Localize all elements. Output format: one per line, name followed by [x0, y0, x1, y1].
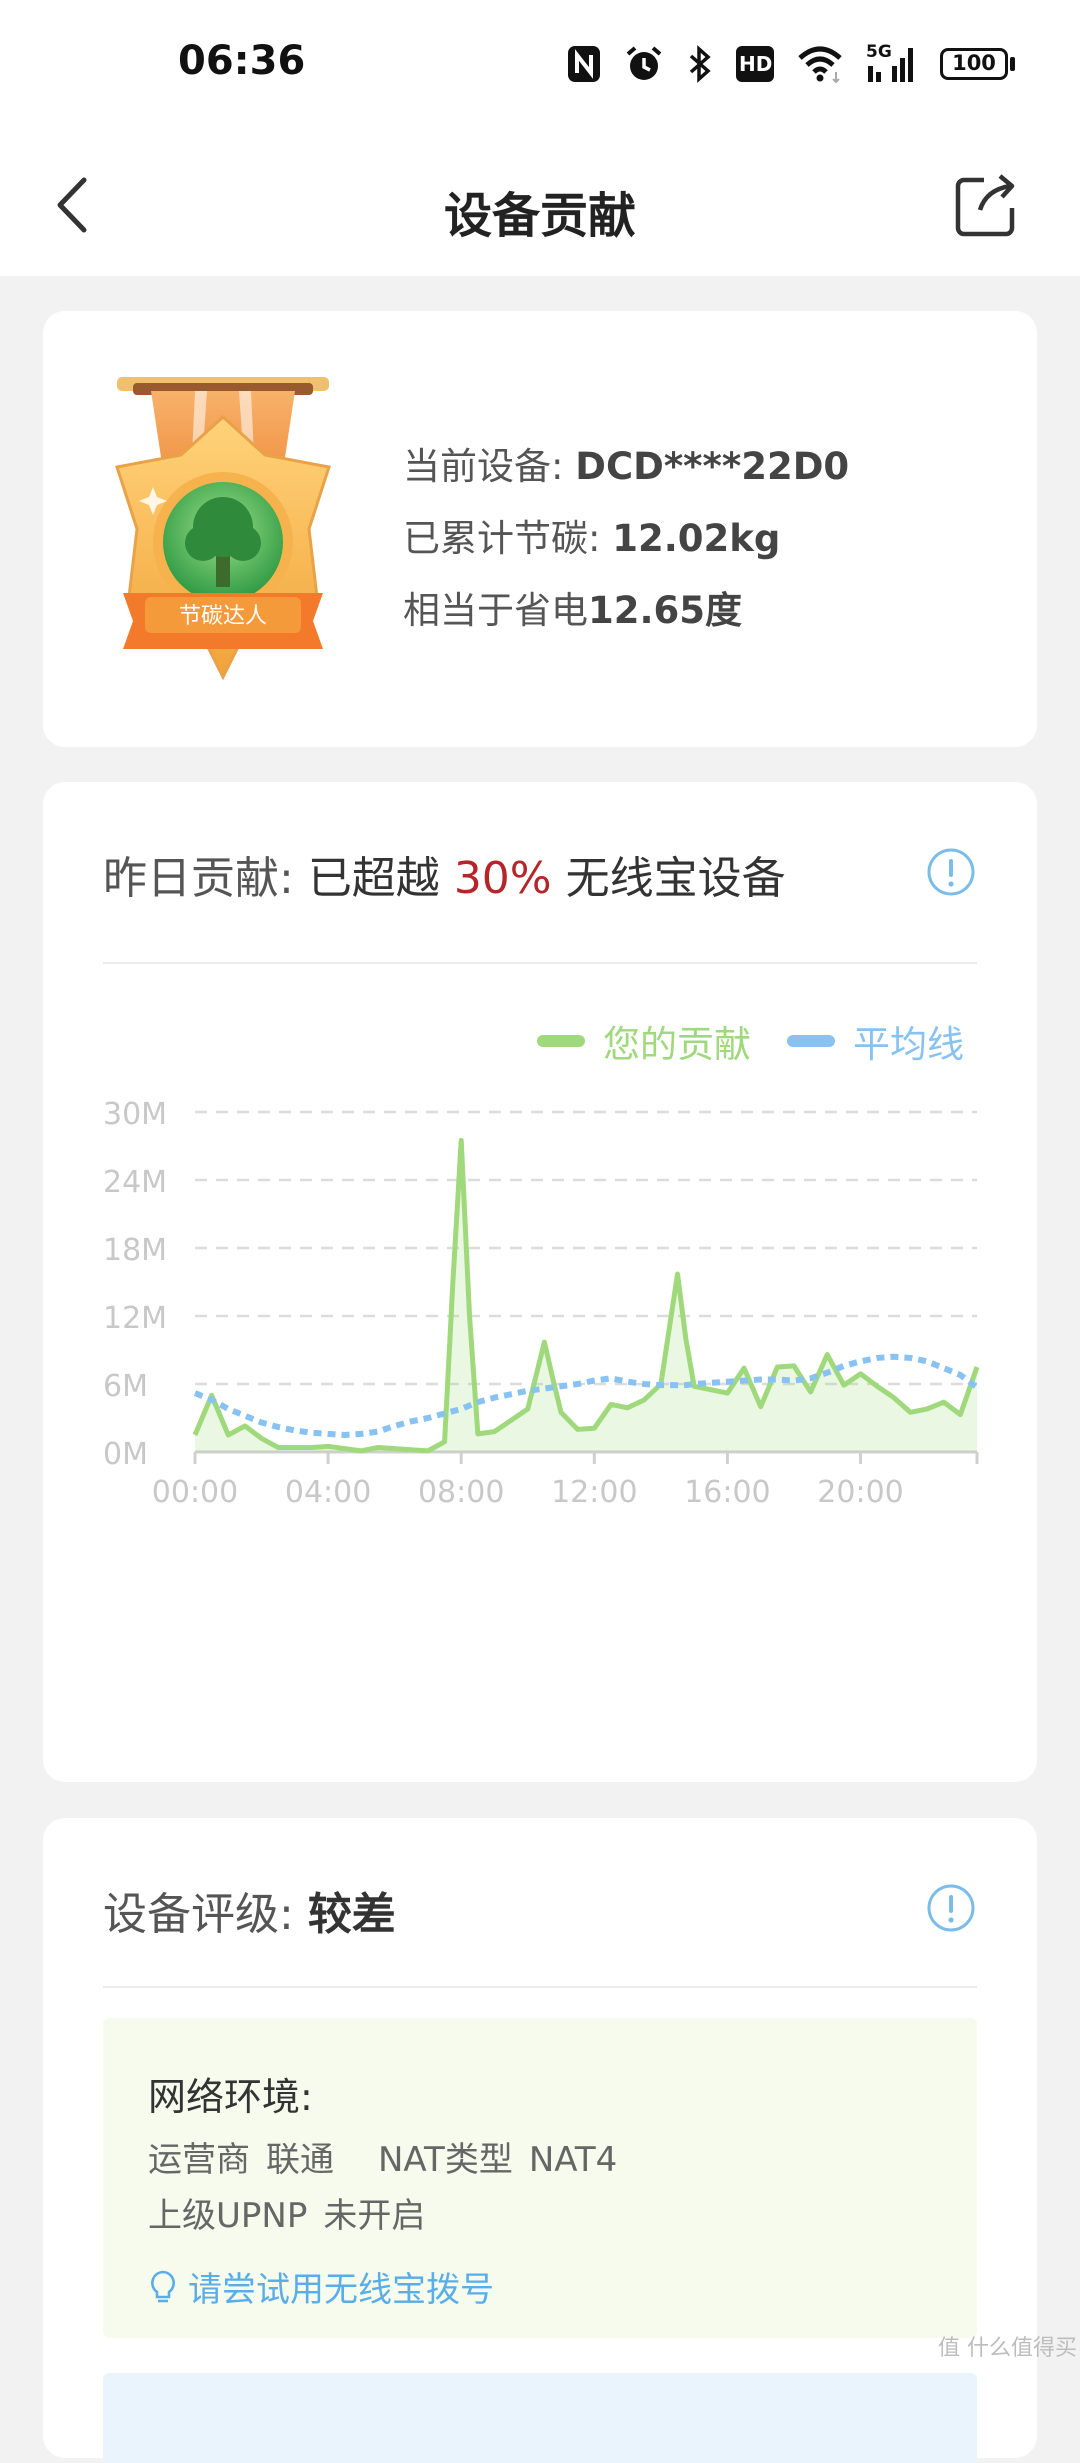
rating-label: 设备评级:: [103, 1889, 308, 1940]
lightbulb-icon: [151, 2270, 175, 2302]
x-tick-label: 20:00: [817, 1475, 903, 1510]
series-area-yours: [195, 1140, 977, 1452]
power-saved-label: 相当于省电: [403, 589, 588, 632]
y-tick-label: 24M: [103, 1165, 167, 1200]
network-environment-box: 网络环境: 运营商 联通 NAT类型 NAT4 上级UPNP 未开启 请尝试用无线宝拨号: [103, 2018, 977, 2338]
share-button[interactable]: [950, 170, 1022, 242]
current-device-line: 当前设备: DCD****22D0: [403, 431, 849, 503]
network-row-upnp: 上级UPNP 未开启: [148, 2188, 425, 2237]
x-tick-label: 04:00: [285, 1475, 371, 1510]
hd-label: HD: [739, 52, 773, 76]
device-info: 当前设备: DCD****22D0 已累计节碳: 12.02kg 相当于省电12…: [403, 431, 849, 647]
rating-value: 较差: [307, 1889, 396, 1940]
watermark: 值 什么值得买: [938, 2330, 1077, 2362]
share-icon: [955, 174, 1015, 237]
contribution-heading: 昨日贡献: 已超越 30% 无线宝设备: [103, 842, 786, 906]
y-tick-label: 18M: [103, 1233, 167, 1268]
status-icons: HD 5G 100: [566, 36, 1016, 92]
contribution-divider: [103, 962, 977, 964]
chart-legend: 您的贡献 平均线: [537, 1014, 964, 1068]
carbon-saved-value: 12.02kg: [612, 517, 781, 560]
y-tick-label: 30M: [103, 1097, 167, 1132]
legend-label-average: 平均线: [853, 1023, 964, 1066]
x-tick-label: 12:00: [551, 1475, 637, 1510]
current-device-label: 当前设备:: [403, 445, 576, 488]
info-icon: [927, 848, 975, 896]
upnp-value: 未开启: [323, 2196, 426, 2236]
contribution-prefix: 已超越: [307, 853, 454, 904]
app-bar: 设备贡献: [0, 130, 1080, 276]
rating-heading: 设备评级: 较差: [103, 1878, 396, 1942]
x-tick-label: 00:00: [152, 1475, 238, 1510]
network-title: 网络环境:: [148, 2075, 313, 2119]
legend-label-yours: 您的贡献: [603, 1023, 751, 1066]
battery-icon: 100: [940, 46, 1016, 82]
hd-icon: HD: [736, 46, 774, 82]
contribution-suffix: 无线宝设备: [551, 853, 786, 904]
bluetooth-icon: [686, 44, 714, 84]
x-tick-label: 16:00: [684, 1475, 770, 1510]
wifi-icon: [796, 44, 844, 84]
carbon-saved-label: 已累计节碳:: [403, 517, 613, 560]
battery-level: 100: [952, 51, 996, 75]
legend-swatch-average: [787, 1035, 835, 1047]
status-time: 06:36: [178, 38, 306, 84]
device-summary-card: 节碳达人 当前设备: DCD****22D0 已累计节碳: 12.02kg 相当…: [43, 311, 1037, 747]
carbon-saved-line: 已累计节碳: 12.02kg: [403, 503, 849, 575]
next-info-box: [103, 2373, 977, 2463]
signal-5g-icon: 5G: [866, 42, 918, 86]
contribution-info-button[interactable]: [925, 846, 977, 898]
y-tick-label: 0M: [103, 1437, 148, 1472]
upnp-label: 上级UPNP: [148, 2196, 308, 2236]
nat-label: NAT类型: [378, 2140, 513, 2180]
y-tick-label: 6M: [103, 1369, 148, 1404]
nat-value: NAT4: [528, 2140, 618, 2180]
nfc-icon: [566, 44, 602, 84]
dial-tip-text: 请尝试用无线宝拨号: [188, 2270, 494, 2310]
alarm-icon: [624, 44, 664, 84]
power-saved-value: 12.65度: [588, 589, 743, 632]
y-tick-label: 12M: [103, 1301, 167, 1336]
x-tick-label: 08:00: [418, 1475, 504, 1510]
page-title: 设备贡献: [443, 188, 636, 244]
contribution-chart: 0M 6M 12M 18M 24M 30M 00:00 04:00 08:00 12:00 16:0…: [103, 1097, 980, 1510]
dial-tip-link[interactable]: 请尝试用无线宝拨号: [148, 2262, 494, 2311]
contribution-card: 昨日贡献: 已超越 30% 无线宝设备 您的贡献 平均线 0M 6M 12M 18M 2…: [43, 782, 1037, 1782]
status-bar: 06:36 HD 5G 100: [0, 0, 1080, 130]
rating-divider: [103, 1986, 977, 1988]
rating-info-button[interactable]: [925, 1882, 977, 1934]
power-saved-line: 相当于省电12.65度: [403, 575, 849, 647]
network-row-isp: 运营商 联通 NAT类型 NAT4: [148, 2132, 617, 2181]
isp-label: 运营商: [148, 2140, 250, 2180]
legend-swatch-yours: [537, 1035, 585, 1047]
badge-label: 节碳达人: [179, 604, 267, 629]
legend-item-yours: 您的贡献: [537, 1014, 751, 1068]
contribution-label: 昨日贡献:: [103, 853, 308, 904]
current-device-value: DCD****22D0: [575, 445, 850, 488]
carbon-badge: 节碳达人: [103, 377, 343, 687]
legend-item-average: 平均线: [787, 1014, 964, 1068]
watermark-text: 值 什么值得买: [938, 2336, 1077, 2361]
info-icon: [927, 1884, 975, 1932]
isp-value: 联通: [266, 2140, 334, 2180]
medal-icon: 节碳达人: [115, 377, 331, 681]
rating-card: 设备评级: 较差 网络环境: 运营商 联通 NAT类型 NAT4 上级UPNP 未开启 …: [43, 1818, 1037, 2463]
contribution-percent: 30%: [453, 853, 552, 904]
